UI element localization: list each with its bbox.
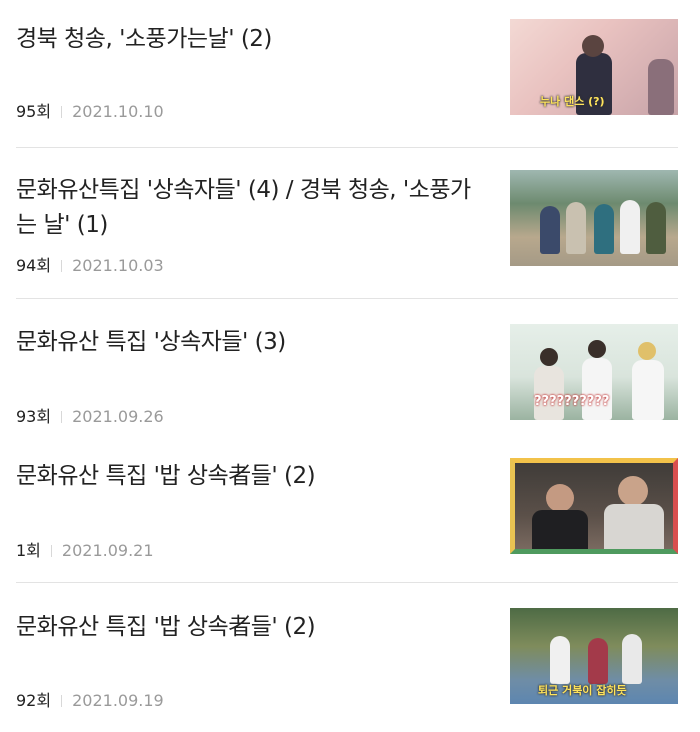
meta-divider	[61, 106, 63, 118]
episode-meta: 95회 2021.10.10	[16, 98, 164, 122]
episode-title[interactable]: 문화유산 특집 '밥 상속者들' (2)	[16, 610, 486, 645]
episode-date: 2021.10.03	[72, 256, 164, 275]
episode-title[interactable]: 경북 청송, '소풍가는날' (2)	[16, 22, 486, 57]
episode-thumbnail[interactable]: 퇴근 거북이 잡히듯	[510, 608, 678, 704]
list-item[interactable]: 문화유산 특집 '밥 상속者들' (2) 92회 2021.09.19 퇴근 거북…	[0, 583, 700, 732]
episode-date: 2021.10.10	[72, 102, 164, 121]
person-figure	[622, 634, 642, 684]
episode-meta: 1회 2021.09.21	[16, 537, 154, 561]
person-head	[588, 340, 606, 358]
person-figure	[540, 206, 560, 254]
person-figure	[594, 204, 614, 254]
episode-date: 2021.09.21	[61, 541, 154, 560]
person-figure	[588, 638, 608, 684]
episode-thumbnail[interactable]: 누나 댄스 (?)	[510, 19, 678, 115]
list-item[interactable]: 경북 청송, '소풍가는날' (2) 95회 2021.10.10 누나 댄스 (…	[0, 0, 700, 147]
episode-title[interactable]: 문화유산 특집 '상속자들' (3)	[16, 325, 486, 360]
person-figure	[648, 59, 674, 115]
meta-divider	[61, 260, 63, 272]
list-item[interactable]: 문화유산 특집 '상속자들' (3) 93회 2021.09.26 ???????…	[0, 299, 700, 439]
episode-meta: 93회 2021.09.26	[16, 403, 164, 427]
person-figure	[566, 202, 586, 254]
episode-date: 2021.09.19	[72, 691, 164, 710]
list-item[interactable]: 문화유산특집 '상속자들' (4) / 경북 청송, '소풍가는 날' (1) …	[0, 148, 700, 298]
person-head	[638, 342, 656, 360]
episode-list: 경북 청송, '소풍가는날' (2) 95회 2021.10.10 누나 댄스 (…	[0, 0, 700, 732]
episode-meta: 94회 2021.10.03	[16, 252, 164, 276]
person-head	[582, 35, 604, 57]
episode-number: 94회	[16, 256, 52, 275]
thumbnail-caption: ??????????	[534, 394, 610, 409]
meta-divider	[50, 545, 52, 557]
thumbnail-caption: 퇴근 거북이 잡히듯	[538, 684, 627, 697]
person-head	[540, 348, 558, 366]
thumbnail-caption: 누나 댄스 (?)	[540, 95, 605, 108]
person-figure	[620, 200, 640, 254]
person-figure	[550, 636, 570, 684]
episode-title[interactable]: 문화유산 특집 '밥 상속者들' (2)	[16, 459, 486, 494]
episode-date: 2021.09.26	[72, 407, 164, 426]
episode-thumbnail[interactable]	[510, 458, 678, 554]
episode-number: 95회	[16, 102, 52, 121]
episode-number: 92회	[16, 691, 52, 710]
person-figure	[646, 202, 666, 254]
meta-divider	[61, 411, 63, 423]
thumbnail-frame	[510, 458, 678, 554]
meta-divider	[61, 695, 63, 707]
episode-thumbnail[interactable]: ??????????	[510, 324, 678, 420]
list-item[interactable]: 문화유산 특집 '밥 상속者들' (2) 1회 2021.09.21	[0, 440, 700, 582]
person-figure	[534, 366, 564, 420]
person-figure	[582, 358, 612, 420]
episode-number: 1회	[16, 541, 41, 560]
episode-meta: 92회 2021.09.19	[16, 687, 164, 711]
person-figure	[632, 360, 664, 420]
episode-thumbnail[interactable]	[510, 170, 678, 266]
episode-title[interactable]: 문화유산특집 '상속자들' (4) / 경북 청송, '소풍가는 날' (1)	[16, 173, 486, 243]
episode-number: 93회	[16, 407, 52, 426]
